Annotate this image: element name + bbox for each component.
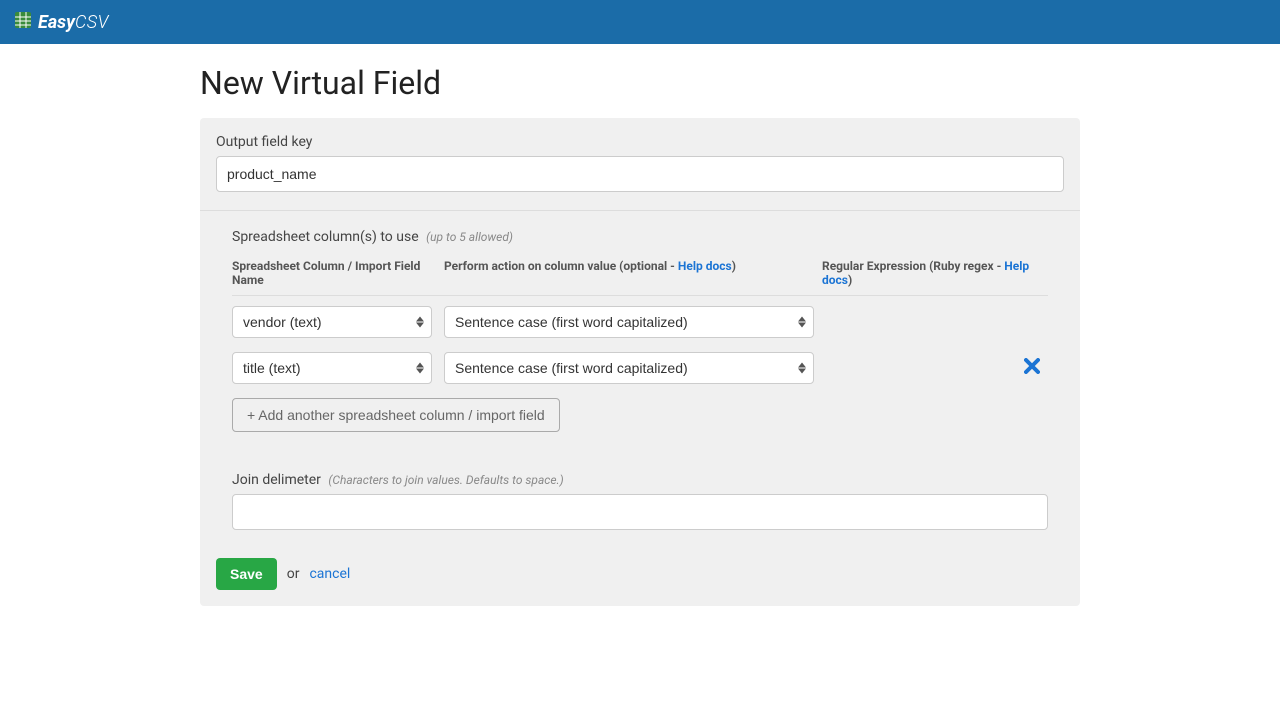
column-headers-row: Spreadsheet Column / Import Field Name P… xyxy=(232,259,1048,296)
header-col2: Perform action on column value (optional… xyxy=(444,259,822,287)
join-delimiter-input[interactable] xyxy=(232,494,1048,530)
columns-hint: (up to 5 allowed) xyxy=(426,230,513,244)
logo[interactable]: EasyCSV xyxy=(14,11,109,33)
logo-text: EasyCSV xyxy=(38,12,109,33)
or-text: or xyxy=(287,566,300,582)
form-card: Output field key Spreadsheet column(s) t… xyxy=(200,118,1080,606)
divider xyxy=(200,210,1080,211)
close-icon xyxy=(1024,358,1040,378)
action-select[interactable]: Sentence case (first word capitalized) xyxy=(444,306,814,338)
output-field-input[interactable] xyxy=(216,156,1064,192)
add-column-button[interactable]: + Add another spreadsheet column / impor… xyxy=(232,398,560,432)
save-button[interactable]: Save xyxy=(216,558,277,590)
columns-title: Spreadsheet column(s) to use xyxy=(232,229,419,245)
spreadsheet-icon xyxy=(14,11,32,33)
navbar: EasyCSV xyxy=(0,0,1280,44)
output-field-label: Output field key xyxy=(216,134,1064,150)
join-header: Join delimeter (Characters to join value… xyxy=(232,472,1048,488)
header-col1: Spreadsheet Column / Import Field Name xyxy=(232,259,444,287)
help-docs-link-action[interactable]: Help docs xyxy=(678,259,732,273)
columns-section-header: Spreadsheet column(s) to use (up to 5 al… xyxy=(232,229,1048,245)
spreadsheet-column-select[interactable]: vendor (text) xyxy=(232,306,432,338)
cancel-link[interactable]: cancel xyxy=(309,566,350,582)
column-row: title (text) Sentence case (first word ca… xyxy=(232,352,1048,384)
join-hint: (Characters to join values. Defaults to … xyxy=(328,473,563,487)
join-label: Join delimeter xyxy=(232,472,321,488)
remove-row-button[interactable] xyxy=(1016,358,1048,378)
header-col3: Regular Expression (Ruby regex - Help do… xyxy=(822,259,1048,287)
spreadsheet-column-select[interactable]: title (text) xyxy=(232,352,432,384)
column-row: vendor (text) Sentence case (first word c… xyxy=(232,306,1048,338)
page-title: New Virtual Field xyxy=(200,64,1080,102)
action-select[interactable]: Sentence case (first word capitalized) xyxy=(444,352,814,384)
